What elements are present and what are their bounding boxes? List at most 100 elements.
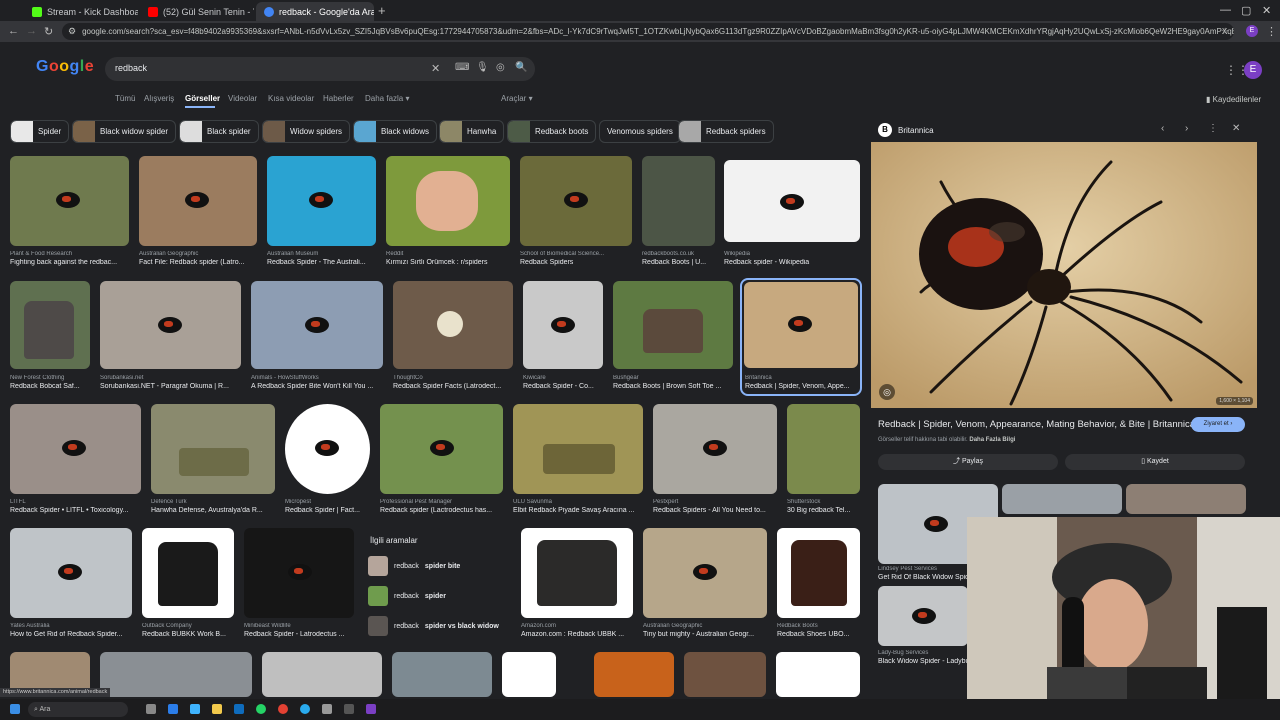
tab-youtube[interactable]: (52) Gül Senin Tenin - YouTube ✕ [140,2,254,21]
search-icon[interactable]: 🔍 [515,62,527,73]
related-title[interactable]: Black Widow Spider - Ladybug... [878,658,968,665]
result-image[interactable] [285,404,370,494]
result-image[interactable] [744,282,858,368]
result-title[interactable]: Redback Spider - The Australi... [267,259,376,266]
site-info-icon[interactable]: ⚙ [68,26,76,37]
lens-icon[interactable]: ◎ [496,62,505,73]
result-title[interactable]: Redback spider (Lactrodectus has... [380,507,503,514]
tab-short-videos[interactable]: Kısa videolar [268,94,314,103]
result-title[interactable]: Sorubankasi.NET - Paragraf Okuma | R... [100,383,241,390]
result-title[interactable]: Redback Spiders [520,259,632,266]
telegram-icon[interactable] [300,704,310,714]
result-title[interactable]: Elbit Redback Piyade Savaş Aracına ... [513,507,643,514]
saved-link[interactable]: ▮ Kaydedilenler [1206,95,1261,104]
result-title[interactable]: Tiny but mighty - Australian Geogr... [643,631,767,638]
chip-spider[interactable]: Spider [10,120,70,143]
chip-hanwha[interactable]: Hanwha [439,120,505,143]
panel-title[interactable]: Redback | Spider, Venom, Appearance, Mat… [878,419,1195,430]
result-title[interactable]: Redback Spider Facts (Latrodect... [393,383,513,390]
chip-black-spider[interactable]: Black spider [179,120,259,143]
related-item[interactable]: redback spider bite [368,556,460,576]
tab-more[interactable]: Daha fazla ▾ [365,94,409,103]
lens-search-icon[interactable]: ◎ [879,384,895,400]
result-image[interactable] [776,652,860,697]
menu-dots-icon[interactable]: ⋮ [1266,25,1277,38]
tab-google[interactable]: redback - Google'da Ara ✕ [256,2,374,21]
result-image[interactable] [10,528,132,618]
related-item[interactable]: redback spider vs black widow [368,616,499,636]
result-title[interactable]: Redback Spiders - All You Need to... [653,507,777,514]
search-box[interactable]: redback ✕ ⌨ 🎙 ◎ 🔍 [105,57,535,81]
app-icon[interactable] [366,704,376,714]
save-button[interactable]: ▯ Kaydet [1065,454,1245,470]
related-image[interactable] [1002,484,1122,514]
tab-kick[interactable]: Stream - Kick Dashboard ✕ [24,2,138,21]
result-image[interactable] [684,652,766,697]
result-image[interactable] [393,281,513,369]
share-button[interactable]: ⤴ Paylaş [878,454,1058,470]
result-title[interactable]: Redback Spider - Latrodectus ... [244,631,354,638]
clear-icon[interactable]: ✕ [431,62,440,75]
chip-widow-spiders[interactable]: Widow spiders [262,120,351,143]
result-title[interactable]: Redback Spider | Fact... [285,507,370,514]
keyboard-icon[interactable]: ⌨ [455,62,469,73]
result-title[interactable]: A Redback Spider Bite Won't Kill You ... [251,383,383,390]
result-image[interactable] [244,528,354,618]
result-image[interactable] [386,156,510,246]
chip-black-widows[interactable]: Black widows [353,120,438,143]
result-image[interactable] [513,404,643,494]
result-image[interactable] [380,404,503,494]
next-icon[interactable]: › [1185,123,1188,134]
related-item[interactable]: redback spider [368,586,446,606]
previous-icon[interactable]: ‹ [1161,123,1164,134]
tools-button[interactable]: Araçlar ▾ [501,94,533,103]
chrome-icon[interactable] [278,704,288,714]
forward-icon[interactable]: → [26,25,37,37]
chip-redback-spiders[interactable]: Redback spiders [678,120,774,143]
result-title[interactable]: Kırmızı Sırtlı Örümcek : r/spiders [386,259,510,266]
result-image[interactable] [613,281,733,369]
related-image[interactable] [1126,484,1246,514]
app-icon[interactable] [234,704,244,714]
bookmark-star-icon[interactable]: ☆ [1221,26,1229,37]
back-icon[interactable]: ← [8,25,19,37]
result-title[interactable]: Amazon.com : Redback UBBK ... [521,631,633,638]
learn-more-link[interactable]: Daha Fazla Bilgi [969,437,1015,443]
result-image[interactable] [139,156,257,246]
visit-button[interactable]: Ziyaret et › [1191,417,1245,432]
chip-venomous-spiders[interactable]: Venomous spiders [599,120,681,143]
file-explorer-icon[interactable] [212,704,222,714]
result-image[interactable] [100,281,241,369]
result-image[interactable] [262,652,382,697]
result-title[interactable]: Redback Boots | Brown Soft Toe ... [613,383,733,390]
result-image[interactable] [520,156,632,246]
minimize-icon[interactable]: — [1220,4,1231,16]
result-image[interactable] [643,528,767,618]
app-icon[interactable] [168,704,178,714]
chip-redback-boots[interactable]: Redback boots [507,120,597,143]
result-title[interactable]: 30 Big redback Tel... [787,507,860,514]
result-image[interactable] [142,528,234,618]
microphone-icon[interactable]: 🎙 [476,62,489,73]
result-image[interactable] [151,404,275,494]
result-title[interactable]: Redback Spider - Co... [523,383,603,390]
related-image[interactable] [878,586,968,646]
url-bar[interactable]: ⚙ google.com/search?sca_esv=f48b9402a993… [62,23,1234,40]
window-close-icon[interactable]: ✕ [1262,4,1271,17]
result-title[interactable]: How to Get Rid of Redback Spider... [10,631,132,638]
result-image[interactable] [787,404,860,494]
tab-videos[interactable]: Videolar [228,94,257,103]
whatsapp-icon[interactable] [256,704,266,714]
result-image[interactable] [521,528,633,618]
result-image[interactable] [777,528,860,618]
result-title[interactable]: Fact File: Redback spider (Latro... [139,259,257,266]
related-title[interactable]: Get Rid Of Black Widow Spider... [878,574,968,581]
close-panel-icon[interactable]: ✕ [1232,123,1240,134]
reload-icon[interactable]: ↻ [44,25,53,38]
google-logo[interactable]: Google [36,58,94,76]
result-title[interactable]: Hanwha Defense, Avustralya'da R... [151,507,275,514]
result-image[interactable] [100,652,252,697]
search-input[interactable]: redback [115,63,147,73]
chip-black-widow-spider[interactable]: Black widow spider [72,120,177,143]
taskbar-search[interactable]: ⌕ Ara [28,702,128,717]
